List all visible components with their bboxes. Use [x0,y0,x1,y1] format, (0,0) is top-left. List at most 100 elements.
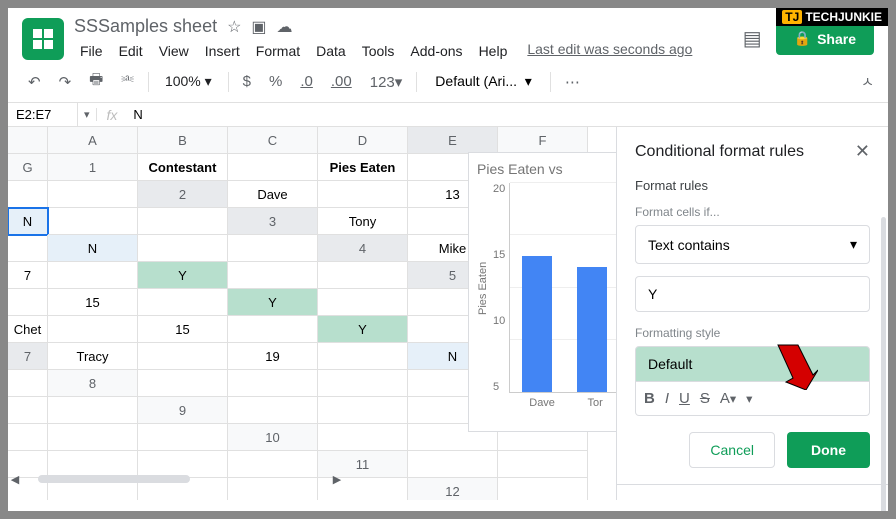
cell[interactable] [8,235,48,262]
cell[interactable] [138,370,228,397]
fill-color-icon[interactable]: ▾ [746,390,752,407]
menu-addons[interactable]: Add-ons [404,41,468,61]
row-header[interactable]: 4 [318,235,408,262]
cell[interactable] [318,370,408,397]
cell[interactable] [228,235,318,262]
column-header[interactable]: F [498,127,588,154]
formula-input[interactable]: N [127,107,148,122]
sidebar-scrollbar[interactable] [881,217,886,511]
cell[interactable] [8,397,48,424]
cell[interactable] [228,262,318,289]
menu-data[interactable]: Data [310,41,352,61]
cell[interactable] [48,262,138,289]
row-header[interactable]: 1 [48,154,138,181]
cell[interactable] [48,181,138,208]
menu-tools[interactable]: Tools [356,41,401,61]
scroll-thumb[interactable] [38,475,190,483]
cell[interactable]: N [48,235,138,262]
add-another-rule-button[interactable]: ＋ Add another rule [635,497,870,500]
text-color-icon[interactable]: A▾ [720,390,736,407]
currency-format[interactable]: $ [237,69,257,94]
cell[interactable] [228,397,318,424]
strikethrough-icon[interactable]: S [700,390,710,407]
close-icon[interactable]: ✕ [855,141,870,162]
row-header[interactable]: 9 [138,397,228,424]
cell[interactable] [318,262,408,289]
redo-icon[interactable]: ↷ [53,69,78,95]
cell[interactable]: N [8,208,48,235]
more-tools-icon[interactable]: ⋯ [559,69,586,95]
cell[interactable] [138,208,228,235]
menu-view[interactable]: View [153,41,195,61]
cell[interactable]: Y [318,316,408,343]
cell[interactable]: Contestant [138,154,228,181]
embedded-chart[interactable]: Pies Eaten vs Pies Eaten 2015105 DaveTor [468,152,616,432]
bold-icon[interactable]: B [644,390,655,407]
cell[interactable] [8,181,48,208]
last-edit-link[interactable]: Last edit was seconds ago [527,41,692,61]
cell[interactable] [8,424,48,451]
menu-file[interactable]: File [74,41,109,61]
number-format-menu[interactable]: 123▾ [364,69,409,95]
font-select[interactable]: Default (Ari... ▾ [425,69,542,94]
column-header[interactable]: D [318,127,408,154]
cell[interactable] [318,289,408,316]
print-icon[interactable]: 🖶 [83,65,109,98]
column-header[interactable]: E [408,127,498,154]
cell[interactable]: Pies Eaten [318,154,408,181]
style-preview[interactable]: Default [635,346,870,382]
column-header[interactable]: G [8,154,48,181]
cell[interactable] [48,316,138,343]
italic-icon[interactable]: I [665,390,669,407]
cell[interactable] [48,208,138,235]
name-box-dropdown-icon[interactable]: ▾ [78,108,97,121]
cell[interactable] [138,424,228,451]
menu-format[interactable]: Format [250,41,306,61]
cancel-button[interactable]: Cancel [689,432,775,468]
row-header[interactable]: 7 [8,343,48,370]
underline-icon[interactable]: U [679,390,690,407]
cell[interactable]: Y [228,289,318,316]
comments-icon[interactable]: ▤ [743,26,762,51]
row-header[interactable]: 10 [228,424,318,451]
cell[interactable]: Chet [8,316,48,343]
cell[interactable] [408,451,498,478]
increase-decimal[interactable]: .00 [325,69,358,94]
cell[interactable]: 19 [228,343,318,370]
cell[interactable] [8,289,48,316]
row-header[interactable]: 8 [48,370,138,397]
horizontal-scrollbar[interactable]: ◀ ▶ [8,472,344,486]
row-header[interactable]: 2 [138,181,228,208]
cell[interactable] [138,343,228,370]
cell[interactable]: Tony [318,208,408,235]
menu-edit[interactable]: Edit [113,41,149,61]
cell[interactable] [498,451,588,478]
cell[interactable] [318,424,408,451]
cell[interactable] [48,397,138,424]
cell[interactable] [318,343,408,370]
cell[interactable] [228,370,318,397]
cell[interactable] [138,289,228,316]
corner[interactable] [8,127,48,154]
star-icon[interactable]: ☆ [227,17,241,37]
cell[interactable] [228,316,318,343]
scroll-right-arrow[interactable]: ▶ [330,473,344,486]
undo-icon[interactable]: ↶ [22,69,47,95]
cell[interactable] [48,424,138,451]
share-button[interactable]: 🔒 Share [776,22,874,55]
collapse-toolbar-icon[interactable]: ㅅ [861,72,874,92]
scroll-left-arrow[interactable]: ◀ [8,473,22,486]
condition-value-input[interactable] [635,276,870,312]
cell[interactable] [318,181,408,208]
cell[interactable]: Tracy [48,343,138,370]
cell[interactable] [498,478,588,500]
name-box[interactable]: E2:E7 [8,103,78,126]
document-title[interactable]: SSSamples sheet [74,16,217,37]
zoom-select[interactable]: 100% ▾ [157,69,220,94]
cell[interactable] [138,235,228,262]
decrease-decimal[interactable]: .0 [294,69,319,94]
column-header[interactable]: B [138,127,228,154]
column-header[interactable]: A [48,127,138,154]
cell[interactable]: 7 [8,262,48,289]
cell[interactable]: Dave [228,181,318,208]
